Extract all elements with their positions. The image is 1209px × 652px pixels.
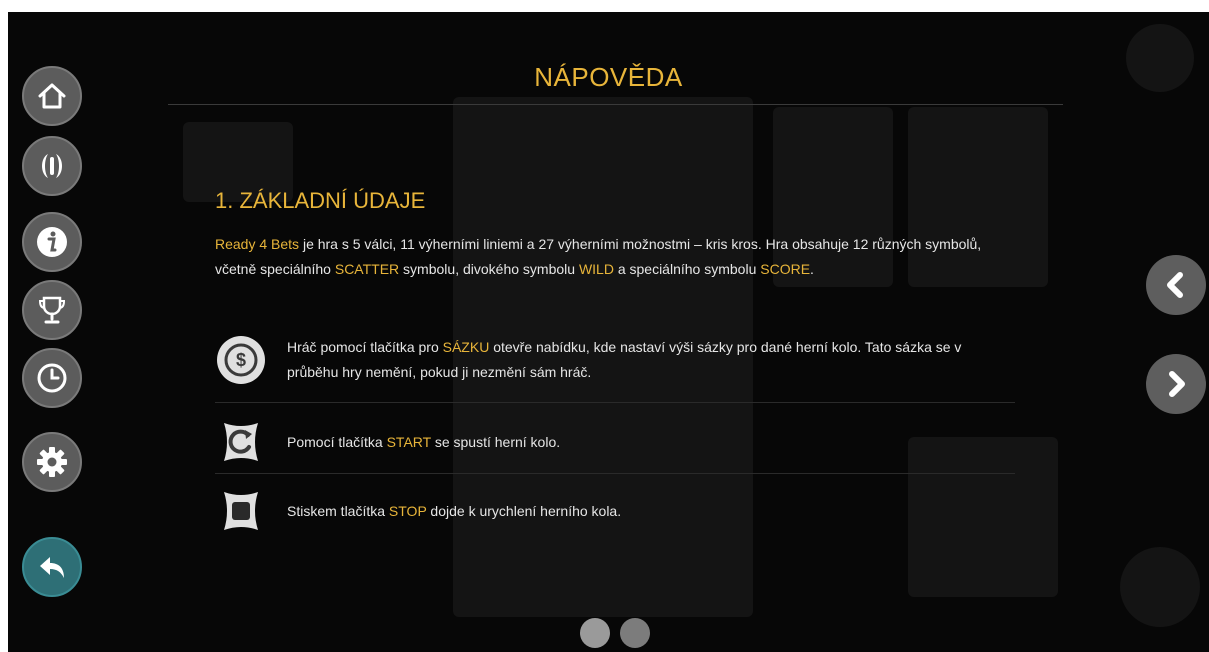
page-dot-1[interactable]: [580, 618, 610, 648]
next-page-button[interactable]: [1146, 354, 1206, 414]
page-title: NÁPOVĚDA: [534, 62, 683, 92]
bet-button-illustration: $: [215, 334, 267, 386]
bet-keyword: SÁZKU: [442, 339, 490, 355]
wings-icon: [42, 154, 62, 178]
info-button[interactable]: [22, 212, 82, 272]
stop-button-illustration: [215, 485, 267, 537]
info-icon: [37, 227, 67, 257]
row-divider: [215, 402, 1015, 403]
settings-gear-icon: [37, 447, 67, 477]
intro-paragraph: Ready 4 Bets je hra s 5 válci, 11 výhern…: [215, 232, 1005, 282]
help-screen: NÁPOVĚDA 1. ZÁKLADNÍ ÚDAJE Ready 4 Bets …: [8, 12, 1209, 652]
page-dot-2[interactable]: [620, 618, 650, 648]
arrow-left-icon: [1167, 272, 1183, 298]
dollar-coin-icon: $: [217, 336, 265, 384]
previous-page-button[interactable]: [1146, 255, 1206, 315]
scatter-keyword: SCATTER: [334, 261, 400, 277]
background-panel: [1120, 547, 1200, 627]
back-button[interactable]: [22, 537, 82, 597]
paytable-button[interactable]: [22, 136, 82, 196]
start-button-illustration: [215, 416, 267, 468]
wild-keyword: WILD: [578, 261, 614, 277]
trophy-button[interactable]: [22, 280, 82, 340]
back-arrow-icon: [40, 557, 64, 578]
stop-keyword: STOP: [388, 502, 427, 519]
intro-text: a speciálního symbolu: [613, 261, 761, 277]
intro-text: symbolu, divokého symbolu: [399, 261, 579, 277]
start-refresh-icon: [224, 423, 258, 461]
list-item: Stiskem tlačítka STOP dojde k urychlení …: [215, 485, 1015, 537]
game-name: Ready 4 Bets: [215, 236, 300, 252]
score-keyword: SCORE: [760, 261, 811, 277]
start-keyword: START: [386, 433, 431, 450]
list-item: $ Hráč pomocí tlačítka pro SÁZKU otevře …: [215, 334, 1015, 386]
item-text: Stiskem tlačítka STOP dojde k urychlení …: [287, 502, 622, 519]
item-text: Hráč pomocí tlačítka pro SÁZKU otevře na…: [287, 339, 962, 380]
svg-text:$: $: [236, 350, 246, 370]
intro-text: .: [810, 261, 814, 277]
arrow-right-icon: [1169, 371, 1185, 397]
stop-square-icon: [224, 492, 258, 530]
title-divider: [168, 104, 1063, 105]
history-button[interactable]: [22, 348, 82, 408]
list-item: Pomocí tlačítka START se spustí herní ko…: [215, 416, 1015, 468]
settings-button[interactable]: [22, 432, 82, 492]
row-divider: [215, 473, 1015, 474]
item-text: Pomocí tlačítka START se spustí herní ko…: [287, 433, 561, 450]
section-heading: 1. ZÁKLADNÍ ÚDAJE: [215, 188, 426, 213]
history-clock-icon: [37, 363, 67, 393]
trophy-icon: [38, 296, 66, 324]
